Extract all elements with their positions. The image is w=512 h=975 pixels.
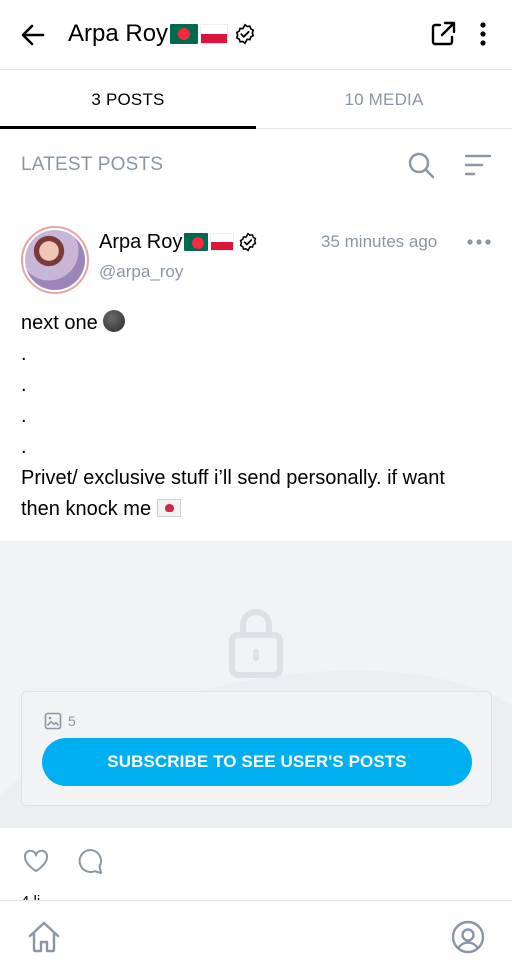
media-count: 5 (44, 712, 76, 730)
post-text-line: . (21, 436, 27, 458)
verified-badge-icon (234, 23, 256, 45)
post-text: next one . . . . Privet/ exclusive stuff… (21, 308, 491, 525)
locked-media: 5 SUBSCRIBE TO SEE USER'S POSTS (0, 541, 512, 828)
tab-media[interactable]: 10 MEDIA (256, 71, 512, 128)
lock-icon (226, 601, 286, 681)
post-text-line: . (21, 343, 27, 365)
subscribe-box: 5 SUBSCRIBE TO SEE USER'S POSTS (21, 691, 492, 806)
share-icon[interactable] (428, 19, 458, 49)
image-icon (44, 712, 62, 730)
poland-flag-icon (210, 233, 235, 251)
media-count-value: 5 (68, 713, 76, 729)
profile-tabs: 3 POSTS 10 MEDIA (0, 71, 512, 129)
post-author[interactable]: Arpa Roy (99, 229, 258, 255)
section-title: LATEST POSTS (21, 154, 164, 175)
post-text-line: . (21, 374, 27, 396)
arrow-left-icon[interactable] (18, 20, 48, 50)
love-letter-emoji-icon (156, 499, 181, 517)
profile-icon[interactable] (451, 920, 485, 954)
avatar-image (25, 230, 85, 290)
post-handle[interactable]: @arpa_roy (99, 262, 183, 282)
sort-icon[interactable] (463, 152, 493, 178)
comment-icon[interactable] (76, 847, 104, 875)
poland-flag-icon (200, 24, 229, 44)
post-author-name: Arpa Roy (99, 231, 183, 253)
home-icon[interactable] (26, 919, 62, 955)
tab-posts[interactable]: 3 POSTS (0, 71, 256, 128)
profile-title: Arpa Roy (68, 18, 256, 50)
avatar[interactable] (21, 226, 89, 294)
post-text-line: then knock me (21, 494, 491, 525)
search-icon[interactable] (406, 150, 436, 180)
more-vertical-icon[interactable] (474, 20, 492, 50)
smiling-face-emoji-icon (103, 310, 126, 332)
bottom-nav (0, 900, 512, 975)
more-horizontal-icon[interactable] (466, 232, 492, 252)
subscribe-button[interactable]: SUBSCRIBE TO SEE USER'S POSTS (42, 738, 472, 786)
profile-name: Arpa Roy (68, 20, 169, 47)
post-text-line: . (21, 405, 27, 427)
top-bar: Arpa Roy (0, 0, 512, 70)
post-text-line: Privet/ exclusive stuff i’ll send person… (21, 467, 445, 489)
bangladesh-flag-icon (170, 24, 199, 44)
heart-icon[interactable] (22, 847, 50, 875)
active-tab-indicator (0, 126, 256, 129)
bangladesh-flag-icon (184, 233, 209, 251)
verified-badge-icon (238, 232, 258, 252)
latest-posts-header: LATEST POSTS (0, 130, 512, 202)
post-text-line: next one (21, 308, 491, 339)
post-timestamp[interactable]: 35 minutes ago (321, 232, 437, 252)
